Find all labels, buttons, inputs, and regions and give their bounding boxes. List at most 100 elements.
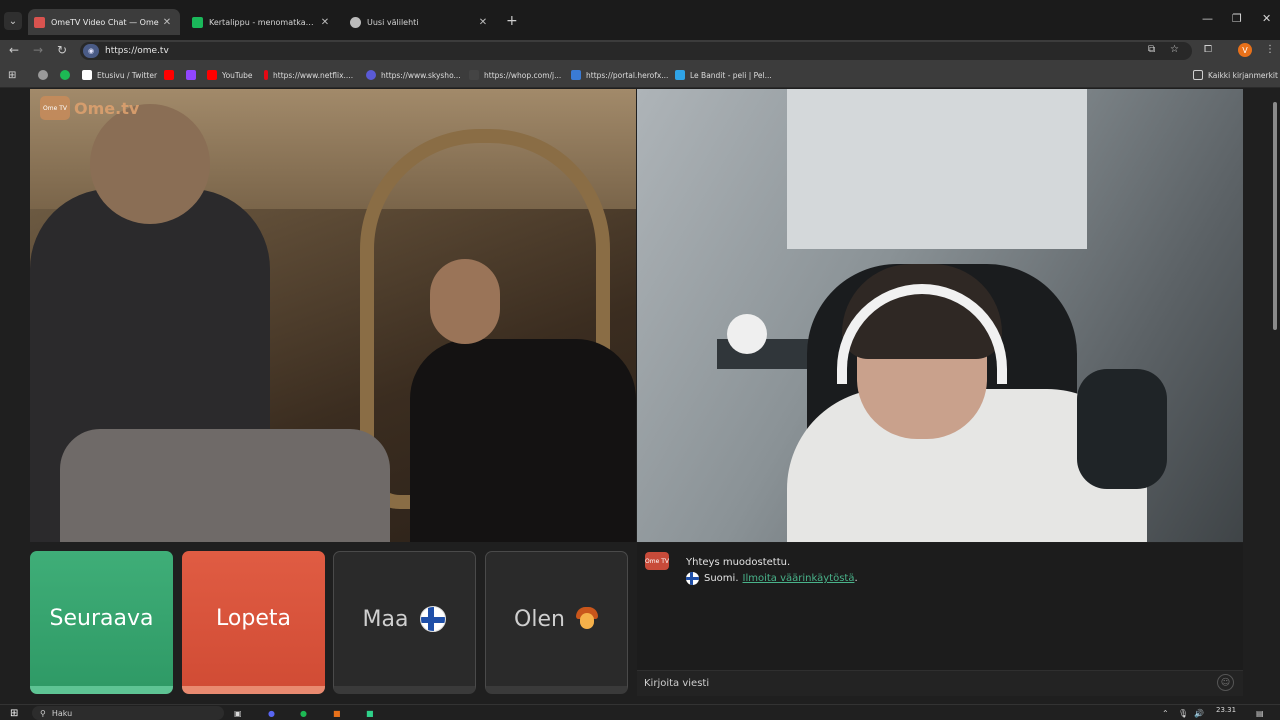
bookmark-skyshowtime[interactable]: https://www.skysho... xyxy=(366,68,461,82)
all-bookmarks[interactable]: Kaikki kirjanmerkit xyxy=(1193,68,1278,82)
x-icon xyxy=(82,70,92,80)
bookmark-whop[interactable]: https://whop.com/j... xyxy=(469,68,561,82)
page-scrollbar[interactable] xyxy=(1272,92,1278,692)
close-window-icon[interactable]: ✕ xyxy=(1262,12,1271,25)
finland-flag-small-icon xyxy=(686,572,699,585)
bookmark-herofx[interactable]: https://portal.herofx... xyxy=(571,68,668,82)
tab-title: OmeTV Video Chat — Ome xyxy=(51,17,159,27)
clock[interactable]: 23.31 xyxy=(1216,707,1236,719)
minimize-icon[interactable]: — xyxy=(1202,12,1213,25)
tab-search-icon[interactable]: ⌄ xyxy=(4,12,22,30)
bookmark-label: https://whop.com/j... xyxy=(484,70,562,80)
bookmarks-bar: ⊞ Etusivu / Twitter YouTube https://www.… xyxy=(0,62,1280,88)
tray-chevron-icon[interactable]: ⌃ xyxy=(1162,707,1169,719)
youtube-icon xyxy=(207,70,217,80)
taskbar-search-input[interactable] xyxy=(51,708,212,718)
country-button-label: Maa xyxy=(362,606,409,632)
tab-title: Uusi välilehti xyxy=(367,17,419,27)
folder-icon xyxy=(1193,70,1203,80)
tab-close-icon[interactable]: ✕ xyxy=(476,17,490,28)
apps-grid-icon[interactable]: ⊞ xyxy=(8,68,16,82)
chat-status-message: Yhteys muodostettu. xyxy=(686,557,791,568)
tab-close-icon[interactable]: ✕ xyxy=(160,17,174,28)
extensions-icon[interactable]: ⧠ xyxy=(1204,44,1212,55)
bookmark-netflix[interactable]: https://www.netflix.... xyxy=(264,68,353,82)
bookmark-chrome-icon[interactable] xyxy=(38,68,53,82)
forward-icon[interactable]: → xyxy=(33,43,43,57)
bookmark-label: Etusivu / Twitter xyxy=(97,70,158,80)
bookmark-star-icon[interactable]: ☆ xyxy=(1170,44,1179,55)
ometv-logo-icon: Ome TV xyxy=(40,96,70,120)
back-icon[interactable]: ← xyxy=(9,43,19,57)
bookmark-twitch-icon[interactable] xyxy=(186,68,201,82)
skyshowtime-icon xyxy=(366,70,376,80)
install-app-icon[interactable]: ⧉ xyxy=(1148,44,1155,55)
task-view-icon[interactable]: ▣ xyxy=(234,707,242,719)
url-input[interactable] xyxy=(105,46,505,56)
maximize-icon[interactable]: ❐ xyxy=(1232,12,1242,25)
jacket-shape xyxy=(1077,369,1167,489)
menu-icon[interactable]: ⋮ xyxy=(1265,44,1275,55)
tab-ometv[interactable]: OmeTV Video Chat — Ome ✕ xyxy=(28,9,180,35)
chat-input-bar xyxy=(637,670,1243,696)
head-left-shape xyxy=(90,104,210,224)
tab-close-icon[interactable]: ✕ xyxy=(318,17,332,28)
chat-country-name: Suomi. xyxy=(704,573,739,584)
search-icon: ⚲ xyxy=(40,708,46,718)
ometv-logo: Ome TV Ome.tv xyxy=(40,96,139,120)
scrollbar-thumb[interactable] xyxy=(1273,102,1277,330)
lebandit-icon xyxy=(675,70,685,80)
site-info-icon[interactable]: ◉ xyxy=(83,44,99,58)
bookmark-twitter[interactable]: Etusivu / Twitter xyxy=(82,68,157,82)
legs-shape xyxy=(60,429,390,542)
chrome-favicon-icon xyxy=(350,16,361,28)
tab-new[interactable]: Uusi välilehti ✕ xyxy=(344,9,496,35)
address-bar[interactable]: ◉ xyxy=(80,42,1192,60)
bookmark-label: https://portal.herofx... xyxy=(586,70,669,80)
kertalippu-favicon-icon xyxy=(192,16,203,28)
finland-flag-icon xyxy=(420,606,447,632)
next-button-label: Seuraava xyxy=(49,606,154,631)
reload-icon[interactable]: ↻ xyxy=(57,43,67,57)
bookmark-youtube[interactable]: YouTube xyxy=(207,68,253,82)
browser-taskbar-icon[interactable]: ■ xyxy=(333,707,341,719)
bookmark-lebandit[interactable]: Le Bandit - peli | Pel... xyxy=(675,68,772,82)
bookmark-label: https://www.skysho... xyxy=(381,70,461,80)
bookmark-spotify-icon[interactable] xyxy=(60,68,75,82)
head-right-shape xyxy=(430,259,500,344)
all-bookmarks-label: Kaikki kirjanmerkit xyxy=(1208,70,1278,80)
clock-time: 23.31 xyxy=(1216,706,1237,714)
windows-taskbar: ⊞ ⚲ ▣ ● ● ■ ■ ⌃ 🎙 🔊 23.31 ▤ xyxy=(0,704,1280,720)
emoji-picker-icon[interactable]: ☺ xyxy=(1217,674,1234,691)
bookmark-youtube-icon[interactable] xyxy=(164,68,179,82)
spotify-icon[interactable]: ● xyxy=(300,707,307,719)
taskbar-search[interactable]: ⚲ xyxy=(32,706,224,720)
ometv-logo-text: Ome.tv xyxy=(74,98,140,118)
herofx-icon xyxy=(571,70,581,80)
volume-icon[interactable]: 🔊 xyxy=(1194,707,1204,719)
app-taskbar-icon[interactable]: ■ xyxy=(366,707,374,719)
bookmark-label: Le Bandit - peli | Pel... xyxy=(690,70,772,80)
browser-toolbar: ← → ↻ ◉ ⧉ ☆ ⧠ V ⋮ xyxy=(0,40,1280,62)
profile-avatar[interactable]: V xyxy=(1238,43,1252,57)
microphone-icon[interactable]: 🎙 xyxy=(1178,707,1188,719)
tab-strip: ⌄ OmeTV Video Chat — Ome ✕ Kertalippu - … xyxy=(0,0,1280,40)
plush-toy-shape xyxy=(727,314,767,354)
notifications-icon[interactable]: ▤ xyxy=(1256,707,1264,719)
chat-message-input[interactable] xyxy=(644,678,1204,689)
discord-icon[interactable]: ● xyxy=(268,707,275,719)
tab-kertalippu[interactable]: Kertalippu - menomatkan tiedo ✕ xyxy=(186,9,338,35)
gender-button[interactable]: Olen xyxy=(485,551,628,694)
stop-button[interactable]: Lopeta xyxy=(182,551,325,694)
country-button[interactable]: Maa xyxy=(333,551,476,694)
bookmark-label: https://www.netflix.... xyxy=(273,70,354,80)
new-tab-button[interactable]: + xyxy=(506,13,518,29)
stop-button-label: Lopeta xyxy=(216,606,291,631)
report-abuse-link[interactable]: Ilmoita väärinkäytöstä xyxy=(743,573,855,584)
windows-start-icon[interactable]: ⊞ xyxy=(10,707,18,719)
person-right-shape xyxy=(410,339,636,542)
netflix-icon xyxy=(264,70,268,80)
boy-emoji-icon xyxy=(575,607,599,631)
cabinets-shape xyxy=(787,89,1087,249)
next-button[interactable]: Seuraava xyxy=(30,551,173,694)
